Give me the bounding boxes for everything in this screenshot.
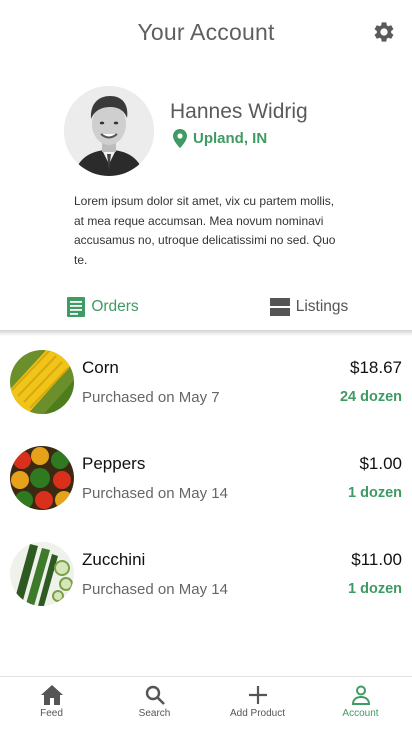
- bottom-navigation: Feed Search Add Product Account: [0, 676, 412, 733]
- tab-orders[interactable]: Orders: [0, 284, 206, 330]
- order-price: $1.00: [359, 454, 402, 473]
- account-tabs: Orders Listings: [0, 284, 412, 330]
- nav-feed-label: Feed: [40, 708, 63, 719]
- tabs-divider-shadow: [0, 330, 412, 336]
- order-product-name: Corn: [82, 358, 119, 377]
- order-date: Purchased on May 14: [82, 581, 228, 598]
- list-item[interactable]: Peppers Purchased on May 14 $1.00 1 doze…: [0, 442, 412, 538]
- corn-image: [10, 350, 74, 414]
- profile-section: Hannes Widrig Upland, IN: [0, 82, 412, 182]
- profile-bio: Lorem ipsum dolor sit amet, vix cu parte…: [74, 194, 336, 267]
- zucchini-image: [10, 542, 74, 606]
- peppers-image: [10, 446, 74, 510]
- location-text: Upland, IN: [193, 130, 268, 147]
- tab-orders-label: Orders: [91, 298, 139, 315]
- nav-feed[interactable]: Feed: [0, 677, 103, 733]
- page-title: Your Account: [137, 18, 275, 45]
- order-product-name: Zucchini: [82, 550, 146, 569]
- gear-icon[interactable]: [372, 20, 396, 44]
- profile-location: Upland, IN: [173, 129, 267, 148]
- nav-search-label: Search: [138, 708, 171, 719]
- order-date: Purchased on May 14: [82, 485, 228, 502]
- nav-search[interactable]: Search: [103, 677, 206, 733]
- tab-listings-label: Listings: [295, 298, 349, 315]
- receipt-icon: [67, 297, 86, 317]
- order-price: $18.67: [350, 358, 402, 377]
- list-item[interactable]: Zucchini Purchased on May 14 $11.00 1 do…: [0, 538, 412, 634]
- search-icon: [145, 685, 165, 705]
- list-item[interactable]: Corn Purchased on May 7 $18.67 24 dozen: [0, 346, 412, 442]
- order-date: Purchased on May 7: [82, 389, 220, 406]
- map-pin-icon: [173, 129, 187, 148]
- listings-icon: [269, 298, 290, 316]
- person-icon: [351, 685, 370, 705]
- order-product-name: Peppers: [82, 454, 146, 473]
- orders-list: Corn Purchased on May 7 $18.67 24 dozen …: [0, 346, 412, 634]
- nav-account[interactable]: Account: [309, 677, 412, 733]
- nav-add-product-label: Add Product: [229, 708, 286, 719]
- nav-add-product[interactable]: Add Product: [206, 677, 309, 733]
- tab-listings[interactable]: Listings: [206, 284, 412, 330]
- order-price: $11.00: [351, 550, 402, 569]
- nav-account-label: Account: [342, 708, 379, 719]
- plus-icon: [248, 686, 267, 704]
- avatar: [64, 86, 154, 176]
- order-quantity: 1 dozen: [348, 581, 402, 597]
- home-icon: [40, 685, 63, 705]
- order-quantity: 24 dozen: [339, 389, 402, 405]
- profile-name: Hannes Widrig: [170, 100, 308, 123]
- app-header: Your Account: [0, 0, 412, 64]
- order-quantity: 1 dozen: [348, 485, 402, 501]
